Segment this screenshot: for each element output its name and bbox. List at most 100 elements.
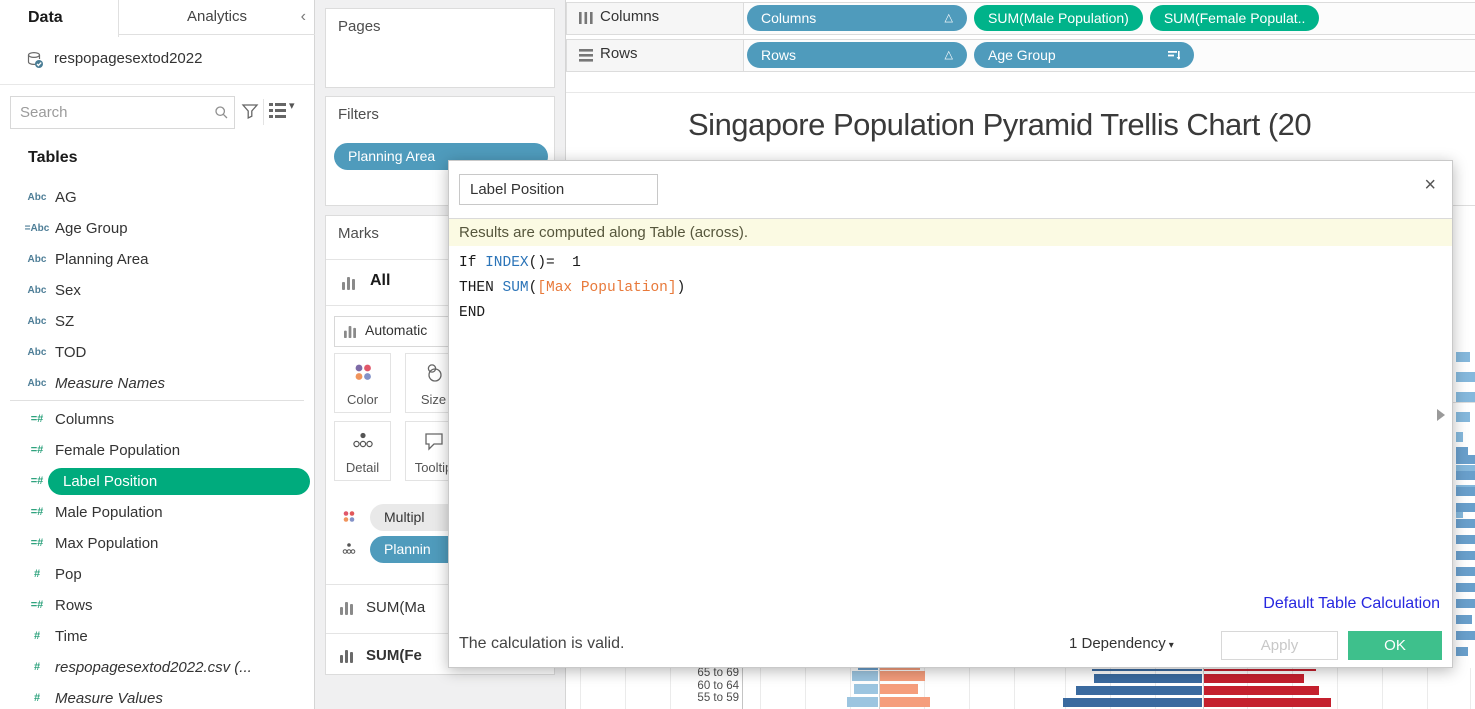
pill-rows[interactable]: Rows△ <box>747 42 967 68</box>
detail-button[interactable]: Detail <box>334 421 391 481</box>
close-icon[interactable]: × <box>1424 175 1436 195</box>
calculated-measure-icon: =# <box>24 435 50 466</box>
field-item-ag[interactable]: AbcAG <box>0 182 314 213</box>
rows-shelf-pills: Rows△ Age Group <box>747 42 1194 68</box>
color-button[interactable]: Color <box>334 353 391 413</box>
ok-button[interactable]: OK <box>1348 631 1442 660</box>
calculation-editor-dialog: × Results are computed along Table (acro… <box>448 160 1453 668</box>
view-options-icon[interactable] <box>269 103 286 118</box>
detail-icon <box>335 431 390 451</box>
field-item-planning-area[interactable]: AbcPlanning Area <box>0 244 314 275</box>
columns-shelf-pills: Columns △ SUM(Male Population) SUM(Female… <box>747 5 1319 31</box>
calculated-measure-icon: =# <box>24 497 50 528</box>
datasource-row[interactable]: respopagesextod2022 <box>0 37 314 85</box>
field-item-measure-names[interactable]: AbcMeasure Names <box>0 368 314 399</box>
tab-analytics[interactable]: Analytics <box>119 0 315 35</box>
chart-title-zone: Singapore Population Pyramid Trellis Cha… <box>566 92 1475 160</box>
color-button-label: Color <box>335 392 390 407</box>
sort-descending-icon <box>1168 42 1180 68</box>
field-label: TOD <box>55 337 86 368</box>
field-item-csv-count[interactable]: #respopagesextod2022.csv (... <box>0 652 314 683</box>
field-item-sex[interactable]: AbcSex <box>0 275 314 306</box>
field-item-max-population[interactable]: =#Max Population <box>0 528 314 559</box>
rows-shelf[interactable]: Rows Rows△ Age Group <box>566 39 1475 72</box>
search-box <box>10 96 235 129</box>
rows-icon <box>578 48 594 62</box>
string-field-icon: Abc <box>24 337 50 368</box>
field-item-rows[interactable]: =#Rows <box>0 590 314 621</box>
field-label: Planning Area <box>55 244 148 275</box>
field-list-separator <box>10 400 304 403</box>
calculated-measure-icon: =# <box>24 528 50 559</box>
field-label: Sex <box>55 275 81 306</box>
database-icon <box>26 51 44 69</box>
field-label: Measure Values <box>55 683 163 709</box>
field-label: Female Population <box>55 435 180 466</box>
collapse-pane-icon[interactable]: ‹ <box>301 0 306 35</box>
field-label: Pop <box>55 559 82 590</box>
rows-shelf-label: Rows <box>600 45 638 62</box>
calculation-name-input[interactable] <box>459 174 658 205</box>
pages-shelf[interactable]: Pages <box>325 8 555 88</box>
calculated-measure-icon: =# <box>24 404 50 435</box>
field-item-age-group[interactable]: =AbcAge Group <box>0 213 314 244</box>
tab-data[interactable]: Data <box>0 0 119 37</box>
formula-line: END <box>459 301 685 326</box>
dependency-dropdown[interactable]: 1 Dependency▾ <box>1069 635 1174 652</box>
calculated-measure-icon: =# <box>24 466 50 497</box>
field-item-male-population[interactable]: =#Male Population <box>0 497 314 528</box>
detail-icon <box>342 542 356 556</box>
expand-panel-arrow-icon[interactable] <box>1437 409 1445 421</box>
color-icon <box>342 510 356 524</box>
table-calc-delta-icon: △ <box>945 5 953 31</box>
string-field-icon: Abc <box>24 275 50 306</box>
field-label: Measure Names <box>55 368 165 399</box>
formula-line: THEN SUM([Max Population]) <box>459 276 685 301</box>
field-label: Rows <box>55 590 93 621</box>
field-label: Male Population <box>55 497 163 528</box>
calculation-status-text: The calculation is valid. <box>459 635 624 653</box>
columns-shelf[interactable]: Columns Columns △ SUM(Male Population) SU… <box>566 2 1475 35</box>
filter-fields-icon[interactable] <box>241 102 259 120</box>
pill-sum-male-population[interactable]: SUM(Male Population) <box>974 5 1143 31</box>
field-item-tod[interactable]: AbcTOD <box>0 337 314 368</box>
bar-chart-icon <box>344 326 356 338</box>
default-table-calculation-link[interactable]: Default Table Calculation <box>1263 595 1440 613</box>
search-input[interactable] <box>11 97 234 128</box>
field-label: Columns <box>55 404 114 435</box>
pill-sum-female-population[interactable]: SUM(Female Populat.. <box>1150 5 1320 31</box>
search-row: ▾ <box>0 85 314 141</box>
field-label: respopagesextod2022.csv (... <box>55 652 252 683</box>
field-item-pop[interactable]: #Pop <box>0 559 314 590</box>
age-axis-label: 55 to 59 <box>641 692 739 705</box>
color-icon <box>335 363 390 383</box>
field-label: SZ <box>55 306 74 337</box>
field-item-measure-values[interactable]: #Measure Values <box>0 683 314 709</box>
columns-shelf-label-zone: Columns <box>567 3 744 34</box>
field-item-time[interactable]: #Time <box>0 621 314 652</box>
measure-icon: # <box>24 559 50 590</box>
apply-button[interactable]: Apply <box>1221 631 1338 660</box>
field-list: AbcAG =AbcAge Group AbcPlanning Area Abc… <box>0 182 314 709</box>
formula-editor[interactable]: If INDEX()= 1 THEN SUM([Max Population])… <box>459 251 685 326</box>
field-label: Max Population <box>55 528 158 559</box>
mark-type-value: Automatic <box>365 322 427 338</box>
dependency-label: 1 Dependency <box>1069 635 1166 652</box>
table-calc-delta-icon: △ <box>945 42 953 68</box>
detail-button-label: Detail <box>335 460 390 475</box>
field-item-label-position[interactable]: =#Label Position <box>0 466 314 497</box>
datasource-name: respopagesextod2022 <box>54 50 202 67</box>
pill-age-group[interactable]: Age Group <box>974 42 1194 68</box>
field-item-columns[interactable]: =#Columns <box>0 404 314 435</box>
tables-header: Tables <box>0 141 314 172</box>
data-pane-tabs: Data Analytics ‹ <box>0 0 314 37</box>
chart-title: Singapore Population Pyramid Trellis Cha… <box>688 107 1311 143</box>
bar-chart-icon <box>342 277 355 290</box>
field-item-sz[interactable]: AbcSZ <box>0 306 314 337</box>
pill-label: Columns <box>761 10 816 26</box>
pill-columns[interactable]: Columns △ <box>747 5 967 31</box>
marks-sum-female-label: SUM(Fe <box>366 647 422 664</box>
view-options-caret-icon[interactable]: ▾ <box>289 99 295 112</box>
field-item-female-population[interactable]: =#Female Population <box>0 435 314 466</box>
string-field-icon: Abc <box>24 182 50 213</box>
